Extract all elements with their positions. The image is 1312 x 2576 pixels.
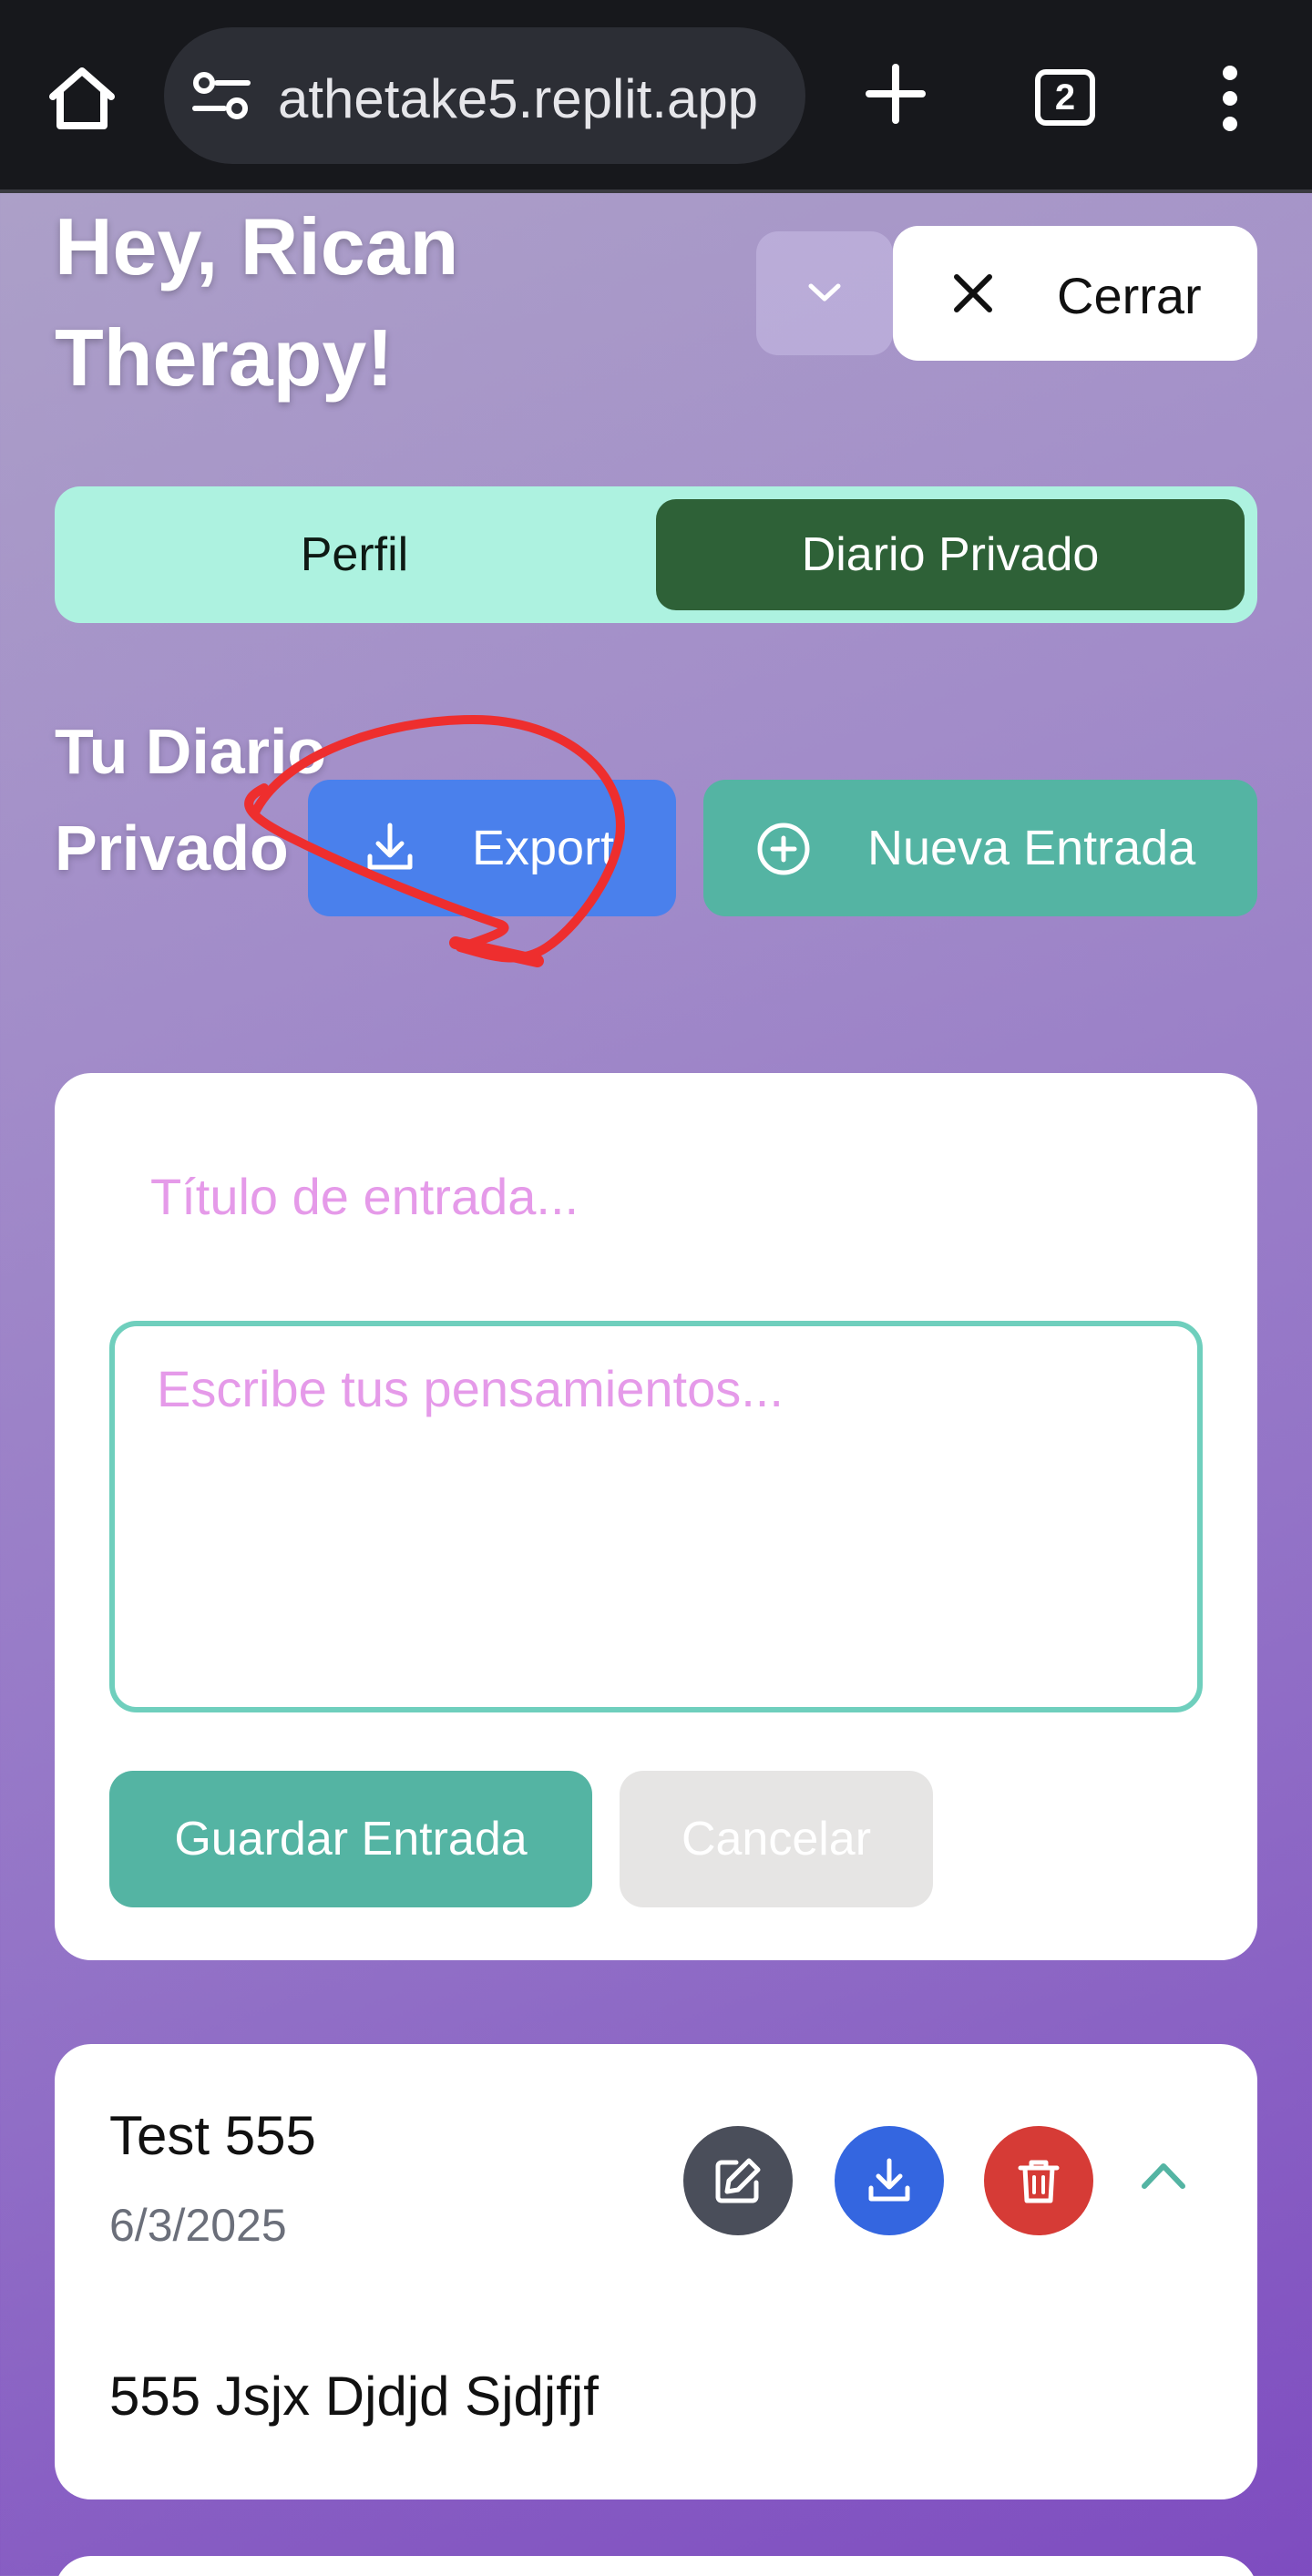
edit-icon xyxy=(715,2158,761,2203)
address-bar[interactable]: athetake5.replit.app xyxy=(164,27,805,164)
url-text[interactable]: athetake5.replit.app xyxy=(278,67,788,130)
entry-body-textarea[interactable] xyxy=(109,1321,1203,1712)
close-button-label: Cerrar xyxy=(1057,267,1202,324)
download-icon xyxy=(868,2158,910,2202)
save-entry-button[interactable]: Guardar Entrada xyxy=(109,1771,592,1907)
entry-date: 6/3/2025 xyxy=(109,2200,287,2251)
cancel-button[interactable]: Cancelar xyxy=(620,1771,933,1907)
entry-content: 555 Jsjx Djdjd Sjdjfjf xyxy=(109,2366,599,2427)
tab-perfil[interactable]: Perfil xyxy=(67,499,641,610)
trash-icon xyxy=(1018,2160,1060,2203)
tab-bar: Perfil Diario Privado xyxy=(55,486,1257,623)
export-button[interactable]: Export xyxy=(308,780,676,916)
entry-title-input[interactable] xyxy=(109,1146,1203,1246)
tab-switcher-button[interactable]: 2 xyxy=(1035,69,1095,126)
section-title: Tu Diario Privado xyxy=(55,716,327,884)
new-entry-button[interactable]: Nueva Entrada xyxy=(703,780,1257,916)
chevron-up-icon[interactable] xyxy=(1139,2157,1188,2193)
download-entry-button[interactable] xyxy=(835,2126,944,2235)
expand-menu-button[interactable] xyxy=(756,231,893,355)
new-entry-form: Guardar Entrada Cancelar xyxy=(55,1073,1257,1960)
delete-entry-button[interactable] xyxy=(984,2126,1093,2235)
diary-entry-card: Test 555 6/3/2025 555 Jsjx Djdjd Sjdjfjf xyxy=(55,2044,1257,2499)
close-icon xyxy=(954,274,992,312)
tab-diario-privado[interactable]: Diario Privado xyxy=(656,499,1245,610)
more-vert-icon[interactable] xyxy=(1212,64,1248,133)
edit-entry-button[interactable] xyxy=(683,2126,793,2235)
greeting-heading: Hey, Rican Therapy! xyxy=(55,201,459,403)
plus-circle-icon xyxy=(757,823,810,875)
home-icon[interactable] xyxy=(46,64,118,133)
entry-title: Test 555 xyxy=(109,2105,316,2166)
close-button[interactable]: Cerrar xyxy=(893,226,1257,361)
plus-icon[interactable] xyxy=(864,62,928,126)
tune-icon[interactable] xyxy=(190,68,253,123)
chevron-down-icon xyxy=(808,283,841,302)
export-button-label: Export xyxy=(472,821,615,875)
new-entry-button-label: Nueva Entrada xyxy=(867,821,1196,875)
browser-toolbar: athetake5.replit.app 2 xyxy=(0,0,1312,193)
diary-entry-card xyxy=(55,2556,1257,2576)
download-icon xyxy=(367,823,413,870)
